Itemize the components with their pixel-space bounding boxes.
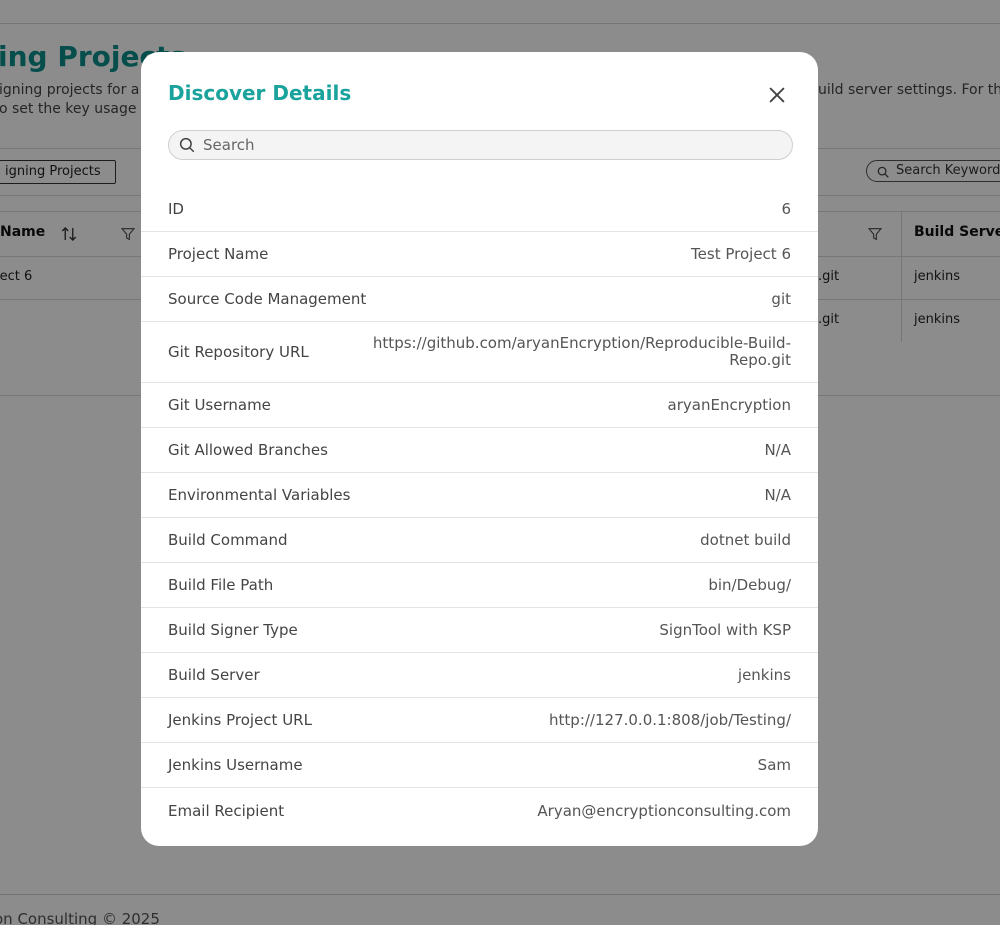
detail-value: dotnet build [700,531,791,549]
detail-value: git [771,290,791,308]
detail-row-email-recipient: Email Recipient Aryan@encryptionconsulti… [141,788,818,833]
detail-label: Build Command [168,531,288,549]
detail-row-id: ID 6 [141,187,818,232]
detail-value: SignTool with KSP [659,621,791,639]
detail-label: Build File Path [168,576,274,594]
detail-row-project-name: Project Name Test Project 6 [141,232,818,277]
modal-title: Discover Details [168,81,352,105]
detail-label: Environmental Variables [168,486,351,504]
detail-row-source-code-management: Source Code Management git [141,277,818,322]
detail-value: aryanEncryption [667,396,791,414]
detail-row-build-signer-type: Build Signer Type SignTool with KSP [141,608,818,653]
detail-row-build-command: Build Command dotnet build [141,518,818,563]
detail-label: Project Name [168,245,269,263]
details-list: ID 6 Project Name Test Project 6 Source … [141,187,818,833]
detail-value: N/A [764,486,791,504]
detail-label: Git Repository URL [168,343,309,361]
discover-details-modal: Discover Details ID 6 Project Name Test … [141,52,818,846]
detail-row-jenkins-username: Jenkins Username Sam [141,743,818,788]
detail-value: Sam [757,756,791,774]
detail-value: 6 [781,200,791,218]
detail-value: bin/Debug/ [708,576,791,594]
close-icon[interactable] [766,84,788,106]
detail-row-git-repository-url: Git Repository URL https://github.com/ar… [141,322,818,383]
detail-value: http://127.0.0.1:808/job/Testing/ [549,711,791,729]
detail-label: Jenkins Project URL [168,711,312,729]
detail-label: Email Recipient [168,801,285,820]
detail-label: Git Username [168,396,271,414]
detail-label: ID [168,200,184,218]
detail-row-jenkins-project-url: Jenkins Project URL http://127.0.0.1:808… [141,698,818,743]
detail-value: jenkins [737,666,791,684]
search-icon [179,137,195,153]
detail-value: Test Project 6 [691,245,791,263]
detail-row-build-server: Build Server jenkins [141,653,818,698]
detail-label: Build Server [168,666,260,684]
detail-label: Jenkins Username [168,756,303,774]
details-search[interactable] [168,130,793,160]
detail-value: https://github.com/aryanEncryption/Repro… [372,334,791,369]
detail-label: Git Allowed Branches [168,441,328,459]
detail-row-environmental-variables: Environmental Variables N/A [141,473,818,518]
detail-label: Build Signer Type [168,621,298,639]
detail-value: Aryan@encryptionconsulting.com [537,801,791,820]
detail-row-build-file-path: Build File Path bin/Debug/ [141,563,818,608]
detail-label: Source Code Management [168,290,367,308]
search-input[interactable] [203,131,763,159]
detail-value: N/A [764,441,791,459]
detail-row-git-allowed-branches: Git Allowed Branches N/A [141,428,818,473]
detail-row-git-username: Git Username aryanEncryption [141,383,818,428]
